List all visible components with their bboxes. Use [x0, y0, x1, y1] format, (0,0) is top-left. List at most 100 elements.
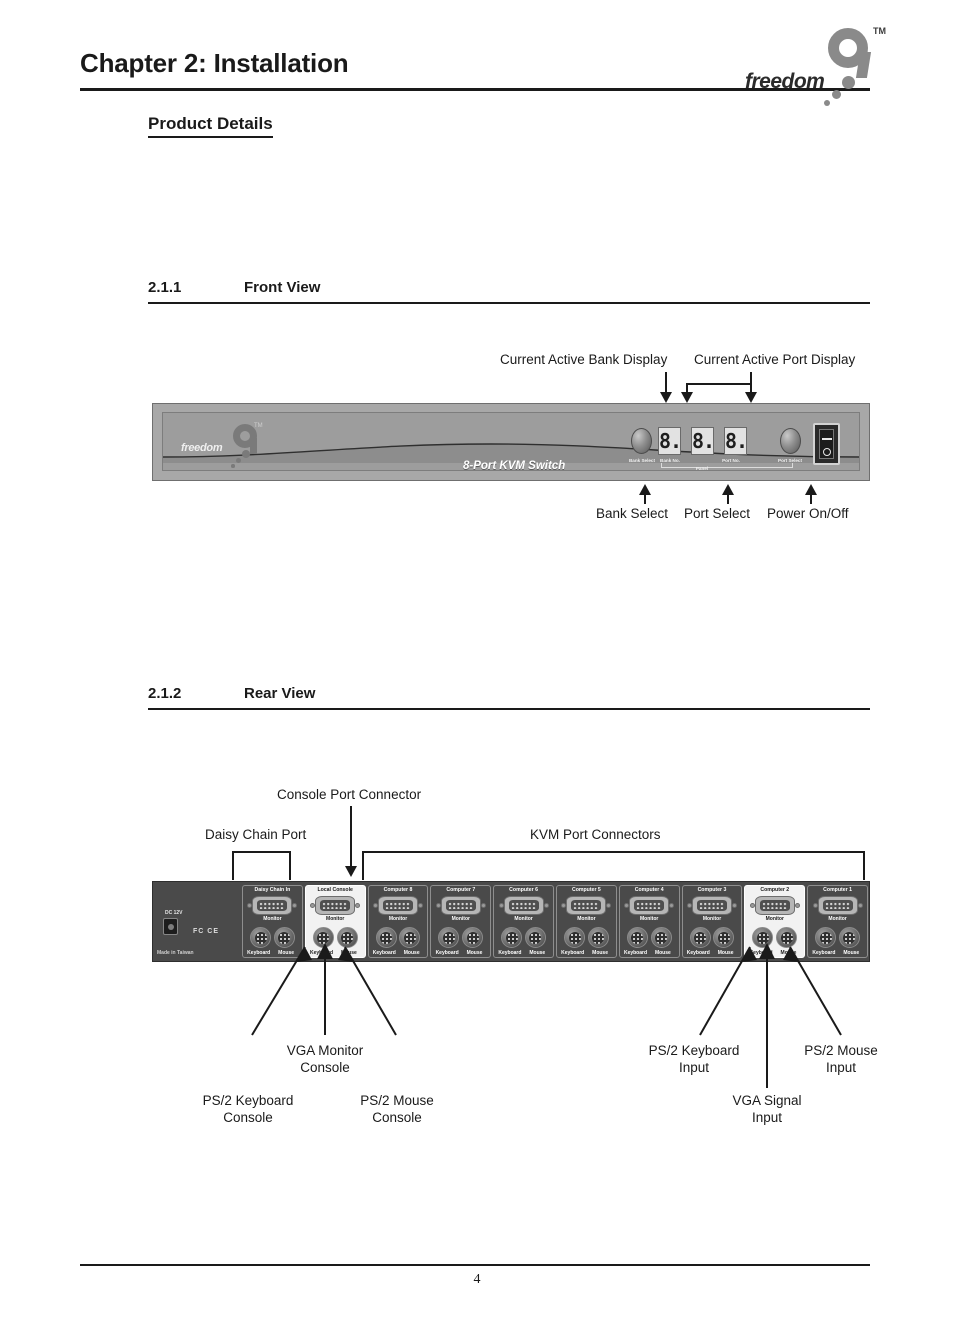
callout-ps2-keyboard-console-line1: PS/2 Keyboard [202, 1093, 294, 1108]
section-heading-rear-view: 2.1.2 Rear View [148, 685, 315, 702]
vga-connector [749, 896, 800, 915]
vga-shell [382, 900, 413, 911]
vga-pins [761, 902, 788, 909]
keyboard-label: Keyboard [749, 950, 773, 956]
vga-shell [508, 900, 539, 911]
port-group-title: Computer 6 [509, 887, 538, 893]
section-title-front: Front View [244, 279, 321, 296]
port-group-title: Computer 3 [697, 887, 727, 893]
ps2-mouse-connector [399, 927, 421, 948]
ps2-mouse-connector [776, 927, 798, 948]
front-logo-nine-tail [250, 438, 257, 454]
mouse-label: Mouse [529, 950, 546, 956]
panel-brace [661, 463, 793, 468]
vga-connector [561, 896, 612, 915]
callout-vga-signal-input-line2: Input [751, 1110, 783, 1125]
ps2-mouse-connector [587, 927, 609, 948]
keyboard-label: Keyboard [372, 950, 396, 956]
vga-shell [257, 900, 288, 911]
port-group-title: Computer 7 [446, 887, 476, 893]
callout-ps2-mouse-console-line1: PS/2 Mouse [360, 1093, 434, 1108]
mouse-label: Mouse [466, 950, 483, 956]
callout-ps2-mouse-input-line2: Input [825, 1060, 857, 1075]
vga-screw-left [749, 903, 755, 908]
keyboard-label: Keyboard [435, 950, 459, 956]
callout-console-port-connector: Console Port Connector [277, 787, 422, 802]
monitor-label: Monitor [828, 916, 847, 922]
port-group: Computer 5 Monitor Keyboard Mouse [555, 885, 617, 958]
vga-screw-left [812, 903, 818, 908]
vga-screw-left [561, 903, 567, 908]
callout-vga-monitor-console: VGA Monitor Console [255, 1042, 395, 1076]
mouse-label: Mouse [340, 950, 357, 956]
ps2-mouse-connector [524, 927, 546, 948]
vga-screw-right [731, 903, 737, 908]
callout-power-onoff: Power On/Off [767, 506, 849, 521]
trademark-symbol: TM [873, 26, 886, 36]
section-divider-front [148, 302, 870, 304]
power-switch[interactable] [813, 423, 840, 465]
keyboard-label: Keyboard [247, 950, 271, 956]
port-number-display-tens: 8. [691, 427, 715, 455]
vga-screw-left [624, 903, 630, 908]
section-heading-front-view: 2.1.1 Front View [148, 279, 320, 296]
bank-number-display: 8. [658, 427, 682, 455]
port-group: Computer 2 Monitor Keyboard Mouse [744, 885, 806, 958]
front-panel-display-cluster: 8. 8. 8. Bank Select Bank No. Port No. P… [629, 425, 802, 470]
leader-line-console-port [350, 806, 352, 868]
bracket-kvm-ports-left [362, 851, 364, 880]
leader-line-power-onoff [810, 494, 812, 504]
callout-daisy-chain-port: Daisy Chain Port [205, 827, 307, 842]
vga-connector [624, 896, 675, 915]
vga-shell [822, 900, 853, 911]
front-panel-logo: freedom TM [181, 423, 271, 468]
vga-screw-right [669, 903, 675, 908]
keyboard-label: Keyboard [309, 950, 334, 956]
keyboard-label: Keyboard [686, 950, 710, 956]
leader-line-port-select [727, 494, 729, 504]
port-group: Computer 4 Monitor Keyboard Mouse [618, 885, 680, 958]
callout-bank-select: Bank Select [596, 506, 669, 521]
front-panel-model-label: 8-Port KVM Switch [463, 460, 566, 471]
port-group-title: Computer 8 [383, 887, 413, 893]
monitor-label: Monitor [577, 916, 596, 922]
vga-screw-right [857, 903, 863, 908]
mouse-label: Mouse [654, 950, 671, 956]
keyboard-label: Keyboard [498, 950, 522, 956]
monitor-label: Monitor [640, 916, 659, 922]
vga-connector [498, 896, 549, 915]
vga-pins [824, 902, 851, 909]
product-details-heading: Product Details [148, 114, 273, 138]
vga-screw-left [372, 903, 378, 908]
vga-connector [812, 896, 863, 915]
mouse-label: Mouse [843, 950, 860, 956]
dc-power-label: DC 12V [165, 910, 183, 916]
ps2-keyboard-connector [815, 927, 837, 948]
vga-pins [447, 902, 474, 909]
monitor-label: Monitor [388, 916, 408, 922]
mouse-label: Mouse [717, 950, 734, 956]
section-number-rear: 2.1.2 [148, 685, 182, 702]
vga-pins [322, 902, 349, 909]
monitor-label: Monitor [263, 916, 282, 922]
port-select-button[interactable] [780, 428, 801, 454]
arrow-port-display-right [745, 392, 757, 403]
ps2-keyboard-connector [375, 927, 397, 948]
bracket-daisy-chain-top [232, 851, 290, 853]
port-group-title: Daisy Chain In [254, 887, 291, 893]
vga-pins [384, 902, 411, 909]
footer-divider [80, 1264, 870, 1266]
ps2-mouse-connector [462, 927, 484, 948]
callout-ps2-keyboard-input-line2: Input [678, 1060, 710, 1075]
port-group-title: Local Console [317, 887, 353, 893]
port-group-title: Computer 2 [760, 887, 790, 893]
callout-ps2-mouse-input: PS/2 Mouse Input [782, 1042, 900, 1076]
monitor-label: Monitor [451, 916, 470, 922]
front-logo-dot-large [242, 450, 250, 458]
power-rocker[interactable] [819, 429, 834, 459]
vga-pins [510, 902, 537, 909]
port-group: Daisy Chain In Monitor Keyboard Mouse [242, 885, 303, 958]
logo-dot-large [842, 76, 855, 89]
bank-select-button[interactable] [631, 428, 652, 454]
keyboard-label: Keyboard [561, 950, 585, 956]
